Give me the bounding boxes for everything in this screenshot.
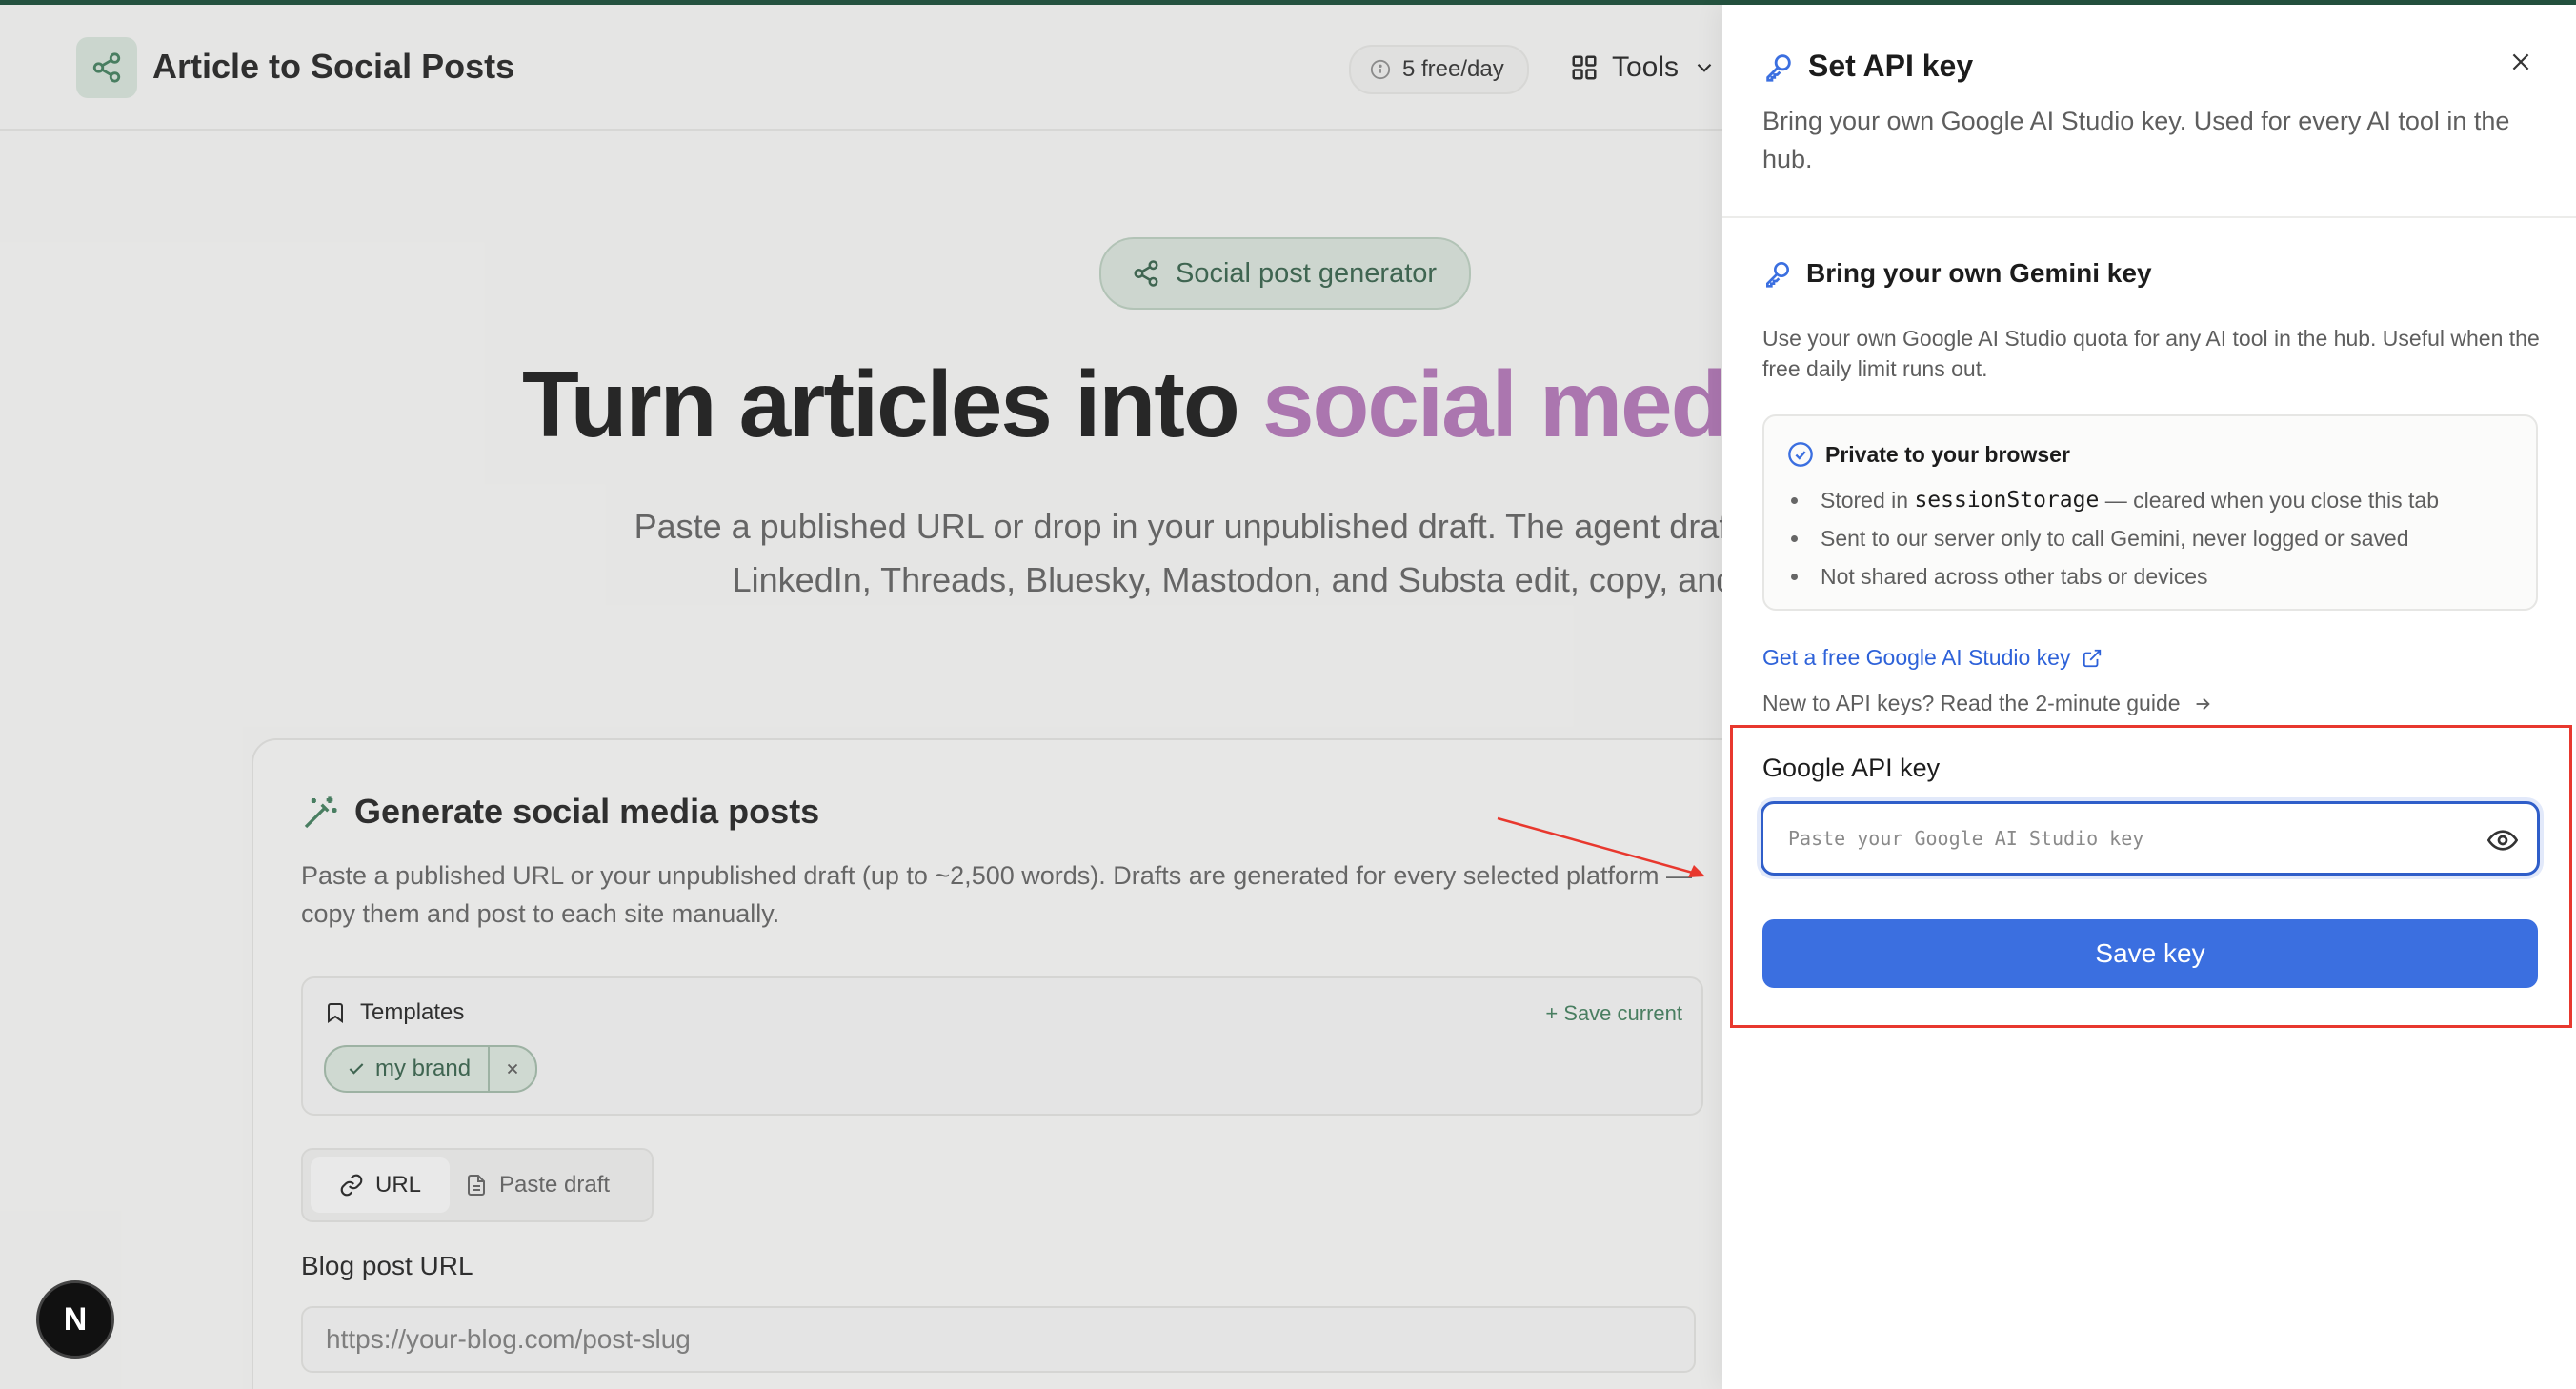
section-title: Bring your own Gemini key — [1762, 258, 2152, 289]
key-icon — [1766, 262, 1789, 288]
drawer-title-text: Set API key — [1808, 49, 1974, 83]
privacy-list: Stored in sessionStorage — cleared when … — [1791, 481, 2439, 595]
privacy-notice: Private to your browser Stored in sessio… — [1762, 414, 2538, 611]
section-title-text: Bring your own Gemini key — [1806, 258, 2152, 288]
privacy-item-prefix: Stored in — [1821, 488, 1915, 513]
app-background: Article to Social Posts 5 free/day Tools… — [0, 5, 1722, 1389]
section-description: Use your own Google AI Studio quota for … — [1762, 326, 2540, 381]
next-dev-badge[interactable]: N — [36, 1280, 114, 1359]
key-icon — [1766, 53, 1791, 82]
close-icon[interactable] — [2502, 43, 2540, 81]
drawer-title: Set API key — [1762, 49, 1973, 84]
privacy-item-code: sessionStorage — [1914, 488, 2100, 513]
annotation-arrow — [1497, 816, 1705, 877]
drawer-description: Bring your own Google AI Studio key. Use… — [1762, 107, 2510, 173]
privacy-item-text: Sent to our server only to call Gemini, … — [1821, 526, 2409, 551]
privacy-item: Sent to our server only to call Gemini, … — [1791, 519, 2439, 557]
privacy-title-text: Private to your browser — [1825, 441, 2070, 467]
get-key-link[interactable]: Get a free Google AI Studio key — [1762, 645, 2103, 671]
guide-link-text: New to API keys? Read the 2-minute guide — [1762, 691, 2181, 715]
external-link-icon — [2083, 649, 2102, 667]
eye-icon[interactable] — [2487, 825, 2518, 856]
api-key-field[interactable] — [1761, 801, 2540, 876]
api-key-drawer: Set API key Bring your own Google AI Stu… — [1722, 5, 2576, 1389]
privacy-title: Private to your browser — [1787, 441, 2070, 468]
save-key-button[interactable]: Save key — [1762, 919, 2538, 988]
arrow-right-icon — [2196, 697, 2210, 710]
privacy-item-text: Not shared across other tabs or devices — [1821, 564, 2208, 589]
privacy-item-suffix: — cleared when you close this tab — [2099, 488, 2440, 513]
modal-backdrop[interactable] — [0, 5, 1722, 1389]
guide-link[interactable]: New to API keys? Read the 2-minute guide — [1762, 691, 2213, 716]
api-key-label: Google API key — [1762, 754, 1941, 782]
api-key-input[interactable] — [1786, 826, 2457, 851]
drawer-header: Set API key Bring your own Google AI Stu… — [1722, 5, 2576, 218]
check-circle-icon — [1788, 442, 1813, 467]
privacy-item: Stored in sessionStorage — cleared when … — [1791, 481, 2439, 519]
privacy-item: Not shared across other tabs or devices — [1791, 557, 2439, 595]
get-key-link-text: Get a free Google AI Studio key — [1762, 645, 2071, 670]
